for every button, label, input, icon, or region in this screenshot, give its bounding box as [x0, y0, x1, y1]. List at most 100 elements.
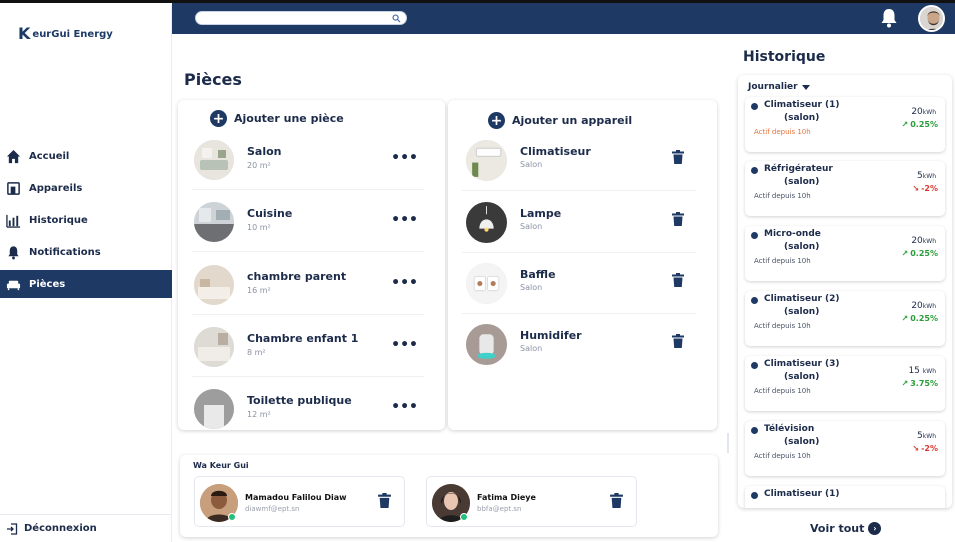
more-options-icon[interactable]: •••: [391, 337, 418, 353]
sidebar: K eurGui Energy Accueil Appareils Histor…: [0, 6, 172, 542]
history-item[interactable]: Télévision (salon) Actif depuis 10h 5kWh…: [745, 421, 945, 476]
room-thumbnail: [194, 327, 234, 367]
history-item[interactable]: Micro-onde (salon) Actif depuis 10h 20kW…: [745, 226, 945, 281]
search-input[interactable]: [204, 18, 384, 31]
sidebar-item-appareils[interactable]: Appareils: [0, 174, 172, 202]
device-name: Climatiseur (1): [764, 100, 840, 110]
online-status-indicator: [228, 513, 236, 521]
period-dropdown[interactable]: Journalier: [748, 82, 810, 92]
active-since: Actif depuis 10h: [754, 192, 811, 200]
home-icon: [6, 149, 21, 163]
more-options-icon[interactable]: •••: [391, 399, 418, 415]
device-name: Humidifer: [520, 329, 582, 342]
device-row[interactable]: Lampe Salon: [462, 191, 696, 253]
sidebar-item-historique[interactable]: Historique: [0, 206, 172, 234]
history-item[interactable]: Climatiseur (1) (salon) Actif depuis 10h…: [745, 97, 945, 152]
device-row[interactable]: Baffle Salon: [462, 252, 696, 314]
device-room: Salon: [520, 344, 543, 353]
device-name: Climatiseur (3): [764, 359, 840, 369]
room-row[interactable]: Cuisine 10 m² •••: [192, 190, 424, 252]
trash-icon[interactable]: [672, 334, 684, 348]
room-name: Cuisine: [247, 207, 293, 220]
room-row[interactable]: chambre parent 16 m² •••: [192, 253, 424, 315]
device-name: Lampe: [520, 207, 562, 220]
sidebar-item-label: Historique: [29, 214, 88, 226]
brand-logo[interactable]: K eurGui Energy: [18, 26, 113, 42]
device-room: Salon: [520, 160, 543, 169]
trash-icon[interactable]: [672, 212, 684, 226]
brand-name: eurGui Energy: [32, 28, 113, 40]
logout-button[interactable]: Déconnexion: [0, 514, 172, 542]
history-item[interactable]: Climatiseur (1): [745, 486, 945, 508]
trend-indicator: ↗ 0.25%: [901, 249, 938, 258]
active-since: Actif depuis 10h: [754, 387, 811, 395]
sidebar-item-label: Accueil: [29, 150, 70, 162]
sidebar-item-label: Notifications: [29, 246, 101, 258]
active-since: Actif depuis 10h: [754, 257, 811, 265]
device-room: (salon): [784, 437, 820, 447]
more-options-icon[interactable]: •••: [391, 212, 418, 228]
member-card[interactable]: Mamadou Falilou Diaw diawmf@ept.sn: [194, 476, 405, 527]
avatar-image: [920, 7, 943, 30]
energy-value: 20kWh: [911, 107, 936, 117]
add-device-button[interactable]: + Ajouter un appareil: [488, 112, 632, 129]
room-area: 8 m²: [247, 348, 266, 357]
history-card: Journalier Climatiseur (1) (salon) Actif…: [738, 75, 952, 508]
room-area: 16 m²: [247, 286, 271, 295]
more-options-icon[interactable]: •••: [391, 275, 418, 291]
history-item[interactable]: Climatiseur (2) (salon) Actif depuis 10h…: [745, 291, 945, 346]
user-avatar[interactable]: [918, 5, 945, 32]
bullet-icon: [751, 167, 758, 174]
device-row[interactable]: Humidifer Salon: [462, 313, 696, 375]
trend-indicator: ↗ 0.25%: [901, 314, 938, 323]
device-row[interactable]: Climatiseur Salon: [462, 129, 696, 191]
trash-icon[interactable]: [610, 493, 623, 508]
room-name: Toilette publique: [247, 394, 352, 407]
trend-indicator: ↗ 3.75%: [901, 379, 938, 388]
device-thumbnail: [466, 140, 507, 181]
topbar: [172, 3, 955, 34]
bullet-icon: [751, 362, 758, 369]
history-item[interactable]: Réfrigérateur (salon) Actif depuis 10h 5…: [745, 161, 945, 216]
notification-bell-icon[interactable]: [879, 7, 899, 29]
sidebar-nav: Accueil Appareils Historique Notificatio…: [0, 142, 172, 302]
sidebar-item-notifications[interactable]: Notifications: [0, 238, 172, 266]
trash-icon[interactable]: [378, 493, 391, 508]
trend-up-icon: ↗: [901, 379, 909, 388]
trash-icon[interactable]: [672, 150, 684, 164]
energy-value: 5kWh: [917, 431, 936, 441]
sidebar-item-accueil[interactable]: Accueil: [0, 142, 172, 170]
scrollbar-track[interactable]: [727, 433, 729, 453]
room-name: Chambre enfant 1: [247, 332, 359, 345]
member-card[interactable]: Fatima Dieye bbfa@ept.sn: [426, 476, 637, 527]
online-status-indicator: [460, 513, 468, 521]
trash-icon[interactable]: [672, 273, 684, 287]
energy-value: 5kWh: [917, 171, 936, 181]
plus-icon: +: [488, 112, 505, 129]
more-options-icon[interactable]: •••: [391, 150, 418, 166]
device-name: Baffle: [520, 268, 556, 281]
room-name: Salon: [247, 145, 282, 158]
room-row[interactable]: Salon 20 m² •••: [192, 128, 424, 190]
active-since: Actif depuis 10h: [754, 452, 811, 460]
search-bar[interactable]: [195, 11, 407, 31]
device-name: Télévision: [764, 424, 815, 434]
history-item[interactable]: Climatiseur (3) (salon) Actif depuis 10h…: [745, 356, 945, 411]
energy-value: 15 kWh: [908, 366, 936, 376]
sidebar-item-pieces[interactable]: Pièces: [0, 270, 172, 298]
search-icon[interactable]: [392, 14, 401, 23]
sofa-icon: [6, 280, 21, 290]
device-room: Salon: [520, 283, 543, 292]
bullet-icon: [751, 492, 758, 499]
add-device-label: Ajouter un appareil: [512, 114, 633, 127]
bullet-icon: [751, 232, 758, 239]
device-name: Climatiseur (2): [764, 294, 840, 304]
sidebar-item-label: Appareils: [29, 182, 83, 194]
period-label: Journalier: [748, 82, 798, 92]
room-row[interactable]: Chambre enfant 1 8 m² •••: [192, 315, 424, 377]
see-all-link[interactable]: Voir tout ›: [810, 522, 882, 535]
see-all-label: Voir tout: [810, 522, 865, 535]
room-row[interactable]: Toilette publique 12 m² •••: [192, 377, 424, 430]
chart-icon: [6, 214, 21, 228]
add-room-button[interactable]: + Ajouter une pièce: [210, 110, 344, 127]
